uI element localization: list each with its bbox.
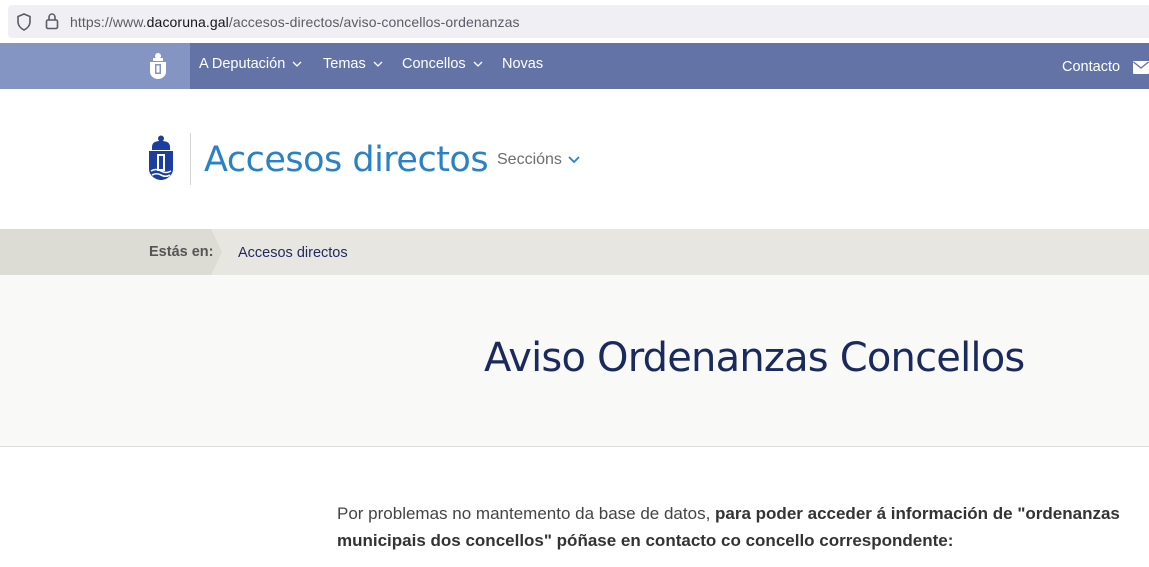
chevron-down-icon [292, 61, 302, 68]
page-title-band: Aviso Ordenanzas Concellos [0, 275, 1149, 447]
header-divider [190, 133, 191, 185]
breadcrumb-current-link[interactable]: Accesos directos [238, 245, 348, 261]
nav-item-a-deputacion[interactable]: A Deputación [199, 56, 302, 72]
nav-item-temas[interactable]: Temas [323, 56, 383, 72]
notice-paragraph: Por problemas no mantemento da base de d… [337, 500, 1127, 554]
page-title: Aviso Ordenanzas Concellos [484, 335, 1025, 381]
chevron-down-icon [568, 156, 580, 164]
section-header: Accesos directos Seccións [0, 89, 1149, 229]
chevron-down-icon [373, 61, 383, 68]
sections-label: Seccións [497, 151, 562, 168]
nav-item-label: A Deputación [199, 56, 286, 72]
shield-icon[interactable] [16, 13, 32, 31]
browser-toolbar: https://www.dacoruna.gal/accesos-directo… [0, 0, 1149, 43]
url-prefix: https://www. [70, 14, 147, 30]
chevron-down-icon [473, 61, 483, 68]
lock-icon[interactable] [44, 12, 60, 30]
nav-item-label: Novas [502, 56, 544, 72]
notice-intro: Por problemas no mantemento da base de d… [337, 504, 711, 523]
mail-icon[interactable] [1133, 61, 1149, 74]
section-title: Accesos directos [204, 140, 489, 180]
deputacion-crest-icon[interactable] [147, 135, 175, 181]
sections-dropdown[interactable]: Seccións [497, 151, 580, 169]
nav-item-label: Temas [323, 56, 366, 72]
url-path: /accesos-directos/aviso-concellos-ordena… [228, 14, 520, 30]
nav-item-label: Concellos [402, 56, 466, 72]
nav-item-novas[interactable]: Novas [502, 56, 543, 72]
home-block[interactable] [0, 43, 190, 89]
breadcrumb-label: Estás en: [149, 244, 214, 260]
url-text[interactable]: https://www.dacoruna.gal/accesos-directo… [70, 14, 520, 30]
deputacion-logo-icon[interactable] [147, 52, 169, 80]
top-navigation: A Deputación Temas Concellos Novas Conta… [0, 43, 1149, 89]
breadcrumb: Estás en: Accesos directos [0, 229, 1149, 275]
url-host: dacoruna.gal [146, 14, 229, 30]
contact-link[interactable]: Contacto [1062, 59, 1120, 75]
nav-item-concellos[interactable]: Concellos [402, 56, 483, 72]
